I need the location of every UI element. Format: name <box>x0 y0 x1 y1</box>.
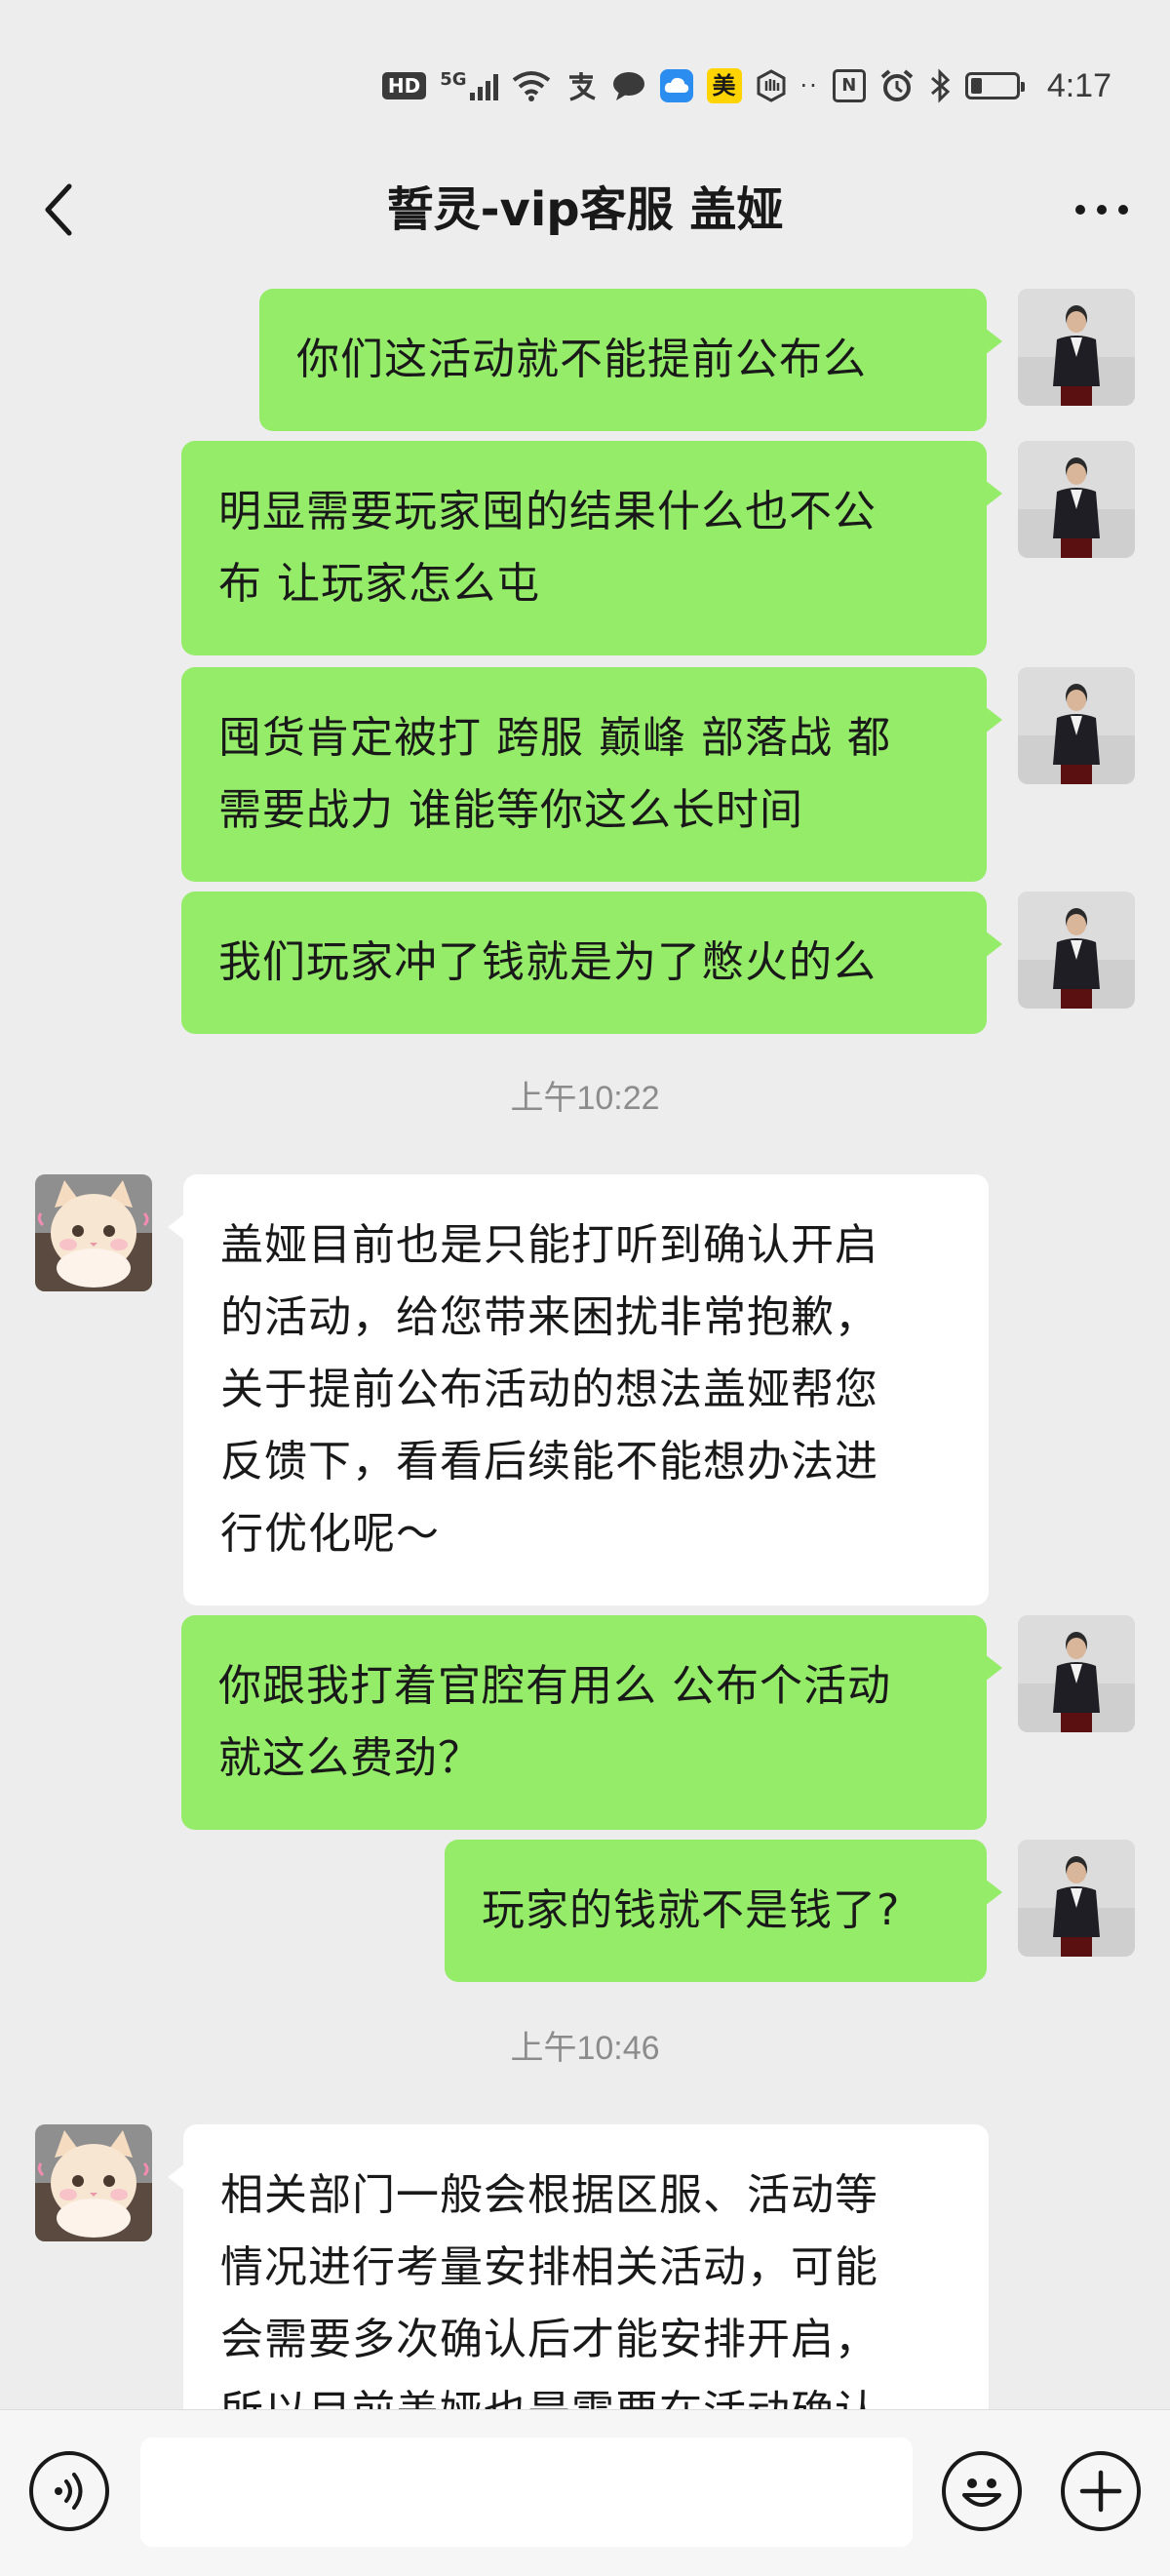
message-line: 盖娅目前也是只能打听到确认开启 <box>220 1220 878 1270</box>
nfc-icon: N <box>832 69 866 102</box>
message-bubble-incoming[interactable]: 盖娅目前也是只能打听到确认开启 的活动，给您带来困扰非常抱歉， 关于提前公布活动… <box>168 1174 989 1605</box>
plus-icon <box>1079 2470 1122 2513</box>
hand-icon <box>756 69 787 102</box>
message-line: 关于提前公布活动的想法盖娅帮您 <box>220 1365 878 1414</box>
meituan-icon: 美 <box>706 68 742 103</box>
more-button[interactable] <box>1063 176 1141 244</box>
message-bubble-outgoing[interactable]: 你们这活动就不能提前公布么 <box>259 289 1002 431</box>
message-bubble-outgoing[interactable]: 囤货肯定被打 跨服 巅峰 部落战 都 需要战力 谁能等你这么长时间 <box>181 667 1002 882</box>
plus-button[interactable] <box>1061 2451 1141 2531</box>
alipay-icon <box>565 69 598 102</box>
chat-title: 誓灵-vip客服 盖娅 <box>386 182 784 237</box>
message-icon <box>611 70 646 101</box>
more-dots-icon <box>1075 205 1128 215</box>
signal-icon: 5G <box>440 69 498 100</box>
message-line: 需要战力 谁能等你这么长时间 <box>218 785 803 835</box>
hd-icon: HD <box>381 72 427 99</box>
message-line: 囤货肯定被打 跨服 巅峰 部落战 都 <box>218 713 891 763</box>
emoji-button[interactable] <box>942 2451 1022 2531</box>
message-bubble-outgoing[interactable]: 明显需要玩家囤的结果什么也不公 布 让玩家怎么屯 <box>181 441 1002 655</box>
message-bubble-outgoing[interactable]: 我们玩家冲了钱就是为了憋火的么 <box>181 892 1002 1034</box>
input-bar <box>0 2409 1170 2576</box>
user-avatar[interactable] <box>1018 1615 1135 1732</box>
agent-avatar[interactable] <box>35 1174 152 1291</box>
message-line: 行优化呢～ <box>220 1509 440 1559</box>
voice-icon <box>55 2473 83 2510</box>
message-line: 你跟我打着官腔有用么 公布个活动 <box>218 1661 891 1711</box>
user-avatar[interactable] <box>1018 441 1135 558</box>
emoji-icon <box>962 2478 1001 2507</box>
message-line: 相关部门一般会根据区服、活动等 <box>220 2170 878 2220</box>
message-bubble-outgoing[interactable]: 玩家的钱就不是钱了? <box>445 1840 1002 1982</box>
message-line: 的活动，给您带来困扰非常抱歉， <box>220 1292 878 1342</box>
cloud-icon <box>659 69 693 102</box>
timestamp: 上午10:22 <box>510 1080 660 1117</box>
message-line: 反馈下，看看后续能不能想办法进 <box>220 1437 878 1486</box>
wifi-icon <box>512 70 551 101</box>
message-line: 明显需要玩家囤的结果什么也不公 <box>218 487 877 536</box>
battery-icon <box>964 72 1025 99</box>
voice-button[interactable] <box>29 2451 109 2531</box>
bluetooth-icon <box>928 68 952 103</box>
status-bar: HD 5G 美 ·· N 4:17 <box>0 0 1170 146</box>
status-time: 4:17 <box>1046 66 1112 104</box>
user-avatar[interactable] <box>1018 667 1135 784</box>
chat-header: 誓灵-vip客服 盖娅 <box>0 146 1170 273</box>
network-type: 5G <box>440 69 467 90</box>
user-avatar[interactable] <box>1018 892 1135 1009</box>
message-bubble-outgoing[interactable]: 你跟我打着官腔有用么 公布个活动 就这么费劲？ <box>181 1615 1002 1830</box>
alarm-icon <box>879 68 915 103</box>
message-line: 布 让玩家怎么屯 <box>218 559 540 609</box>
dots-icon: ·· <box>800 72 819 99</box>
message-line: 会需要多次确认后才能安排开启， <box>220 2315 878 2364</box>
user-avatar[interactable] <box>1018 289 1135 406</box>
message-input[interactable] <box>140 2437 913 2547</box>
user-avatar[interactable] <box>1018 1840 1135 1957</box>
agent-avatar[interactable] <box>35 2124 152 2241</box>
message-line: 情况进行考量安排相关活动，可能 <box>220 2242 878 2292</box>
status-icons: HD 5G 美 ·· N 4:17 <box>381 60 1112 111</box>
timestamp: 上午10:46 <box>510 2030 660 2067</box>
message-line: 就这么费劲？ <box>218 1733 482 1783</box>
